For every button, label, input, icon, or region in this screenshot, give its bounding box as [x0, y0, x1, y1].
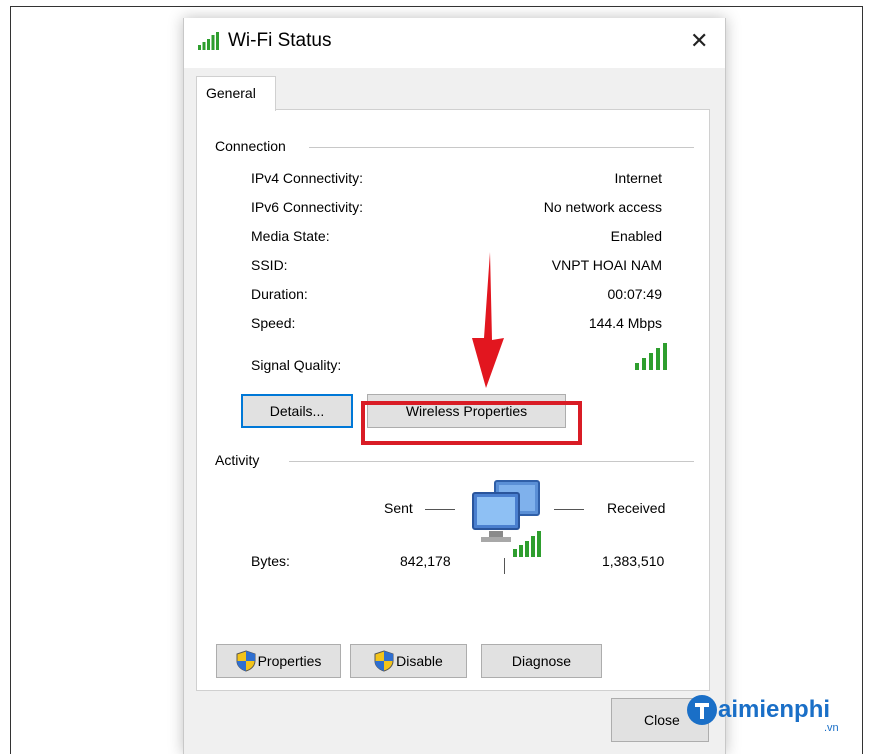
activity-divider	[289, 461, 694, 462]
connection-divider	[309, 147, 694, 148]
properties-button-label: Properties	[257, 653, 322, 669]
bytes-label: Bytes:	[251, 553, 290, 569]
diagnose-button[interactable]: Diagnose	[481, 644, 602, 678]
received-label: Received	[607, 500, 666, 516]
speed-label: Speed:	[251, 315, 296, 331]
bytes-sent-value: 842,178	[400, 553, 451, 569]
connection-heading: Connection	[215, 138, 286, 154]
tab-general[interactable]: General	[196, 76, 276, 111]
duration-value: 00:07:49	[607, 286, 663, 302]
red-arrow-annotation	[472, 252, 504, 388]
disable-button[interactable]: Disable	[350, 644, 467, 678]
details-button[interactable]: Details...	[241, 394, 353, 428]
network-computers-icon	[472, 480, 541, 557]
close-button-label: Close	[644, 712, 680, 728]
duration-label: Duration:	[251, 286, 308, 302]
wifi-status-dialog: Wi-Fi Status ✕ General Connection IPv4 C…	[183, 18, 726, 754]
activity-separator	[504, 558, 505, 574]
ipv6-label: IPv6 Connectivity:	[251, 199, 364, 215]
watermark-text: aimienphi	[718, 696, 831, 723]
wifi-signal-icon	[198, 32, 219, 50]
tab-general-label: General	[206, 85, 256, 101]
media-state-value: Enabled	[610, 228, 662, 244]
shield-icon	[374, 650, 394, 672]
image-border-right	[862, 6, 863, 754]
ipv4-value: Internet	[614, 170, 662, 186]
activity-heading: Activity	[215, 452, 260, 468]
received-dash	[554, 509, 584, 510]
close-icon[interactable]: ✕	[690, 28, 708, 54]
image-border-top	[10, 6, 863, 7]
properties-button[interactable]: Properties	[216, 644, 341, 678]
sent-label: Sent	[384, 500, 413, 516]
window-title: Wi-Fi Status	[228, 30, 332, 51]
ssid-label: SSID:	[251, 257, 288, 273]
image-border-left	[10, 6, 11, 754]
ssid-value: VNPT HOAI NAM	[551, 257, 662, 273]
title-bar: Wi-Fi Status ✕	[184, 18, 725, 68]
disable-button-label: Disable	[396, 653, 443, 669]
logo-circle-icon	[687, 695, 717, 725]
sent-dash	[425, 509, 455, 510]
media-state-label: Media State:	[251, 228, 330, 244]
general-panel: Connection IPv4 Connectivity: Internet I…	[196, 109, 710, 691]
ipv4-label: IPv4 Connectivity:	[251, 170, 364, 186]
signal-quality-label: Signal Quality:	[251, 357, 342, 373]
signal-quality-icon	[635, 343, 667, 370]
watermark-suffix: .vn	[824, 722, 839, 734]
bytes-received-value: 1,383,510	[602, 553, 665, 569]
speed-value: 144.4 Mbps	[588, 315, 662, 331]
shield-icon	[236, 650, 256, 672]
ipv6-value: No network access	[543, 199, 662, 215]
highlight-box	[361, 401, 582, 445]
